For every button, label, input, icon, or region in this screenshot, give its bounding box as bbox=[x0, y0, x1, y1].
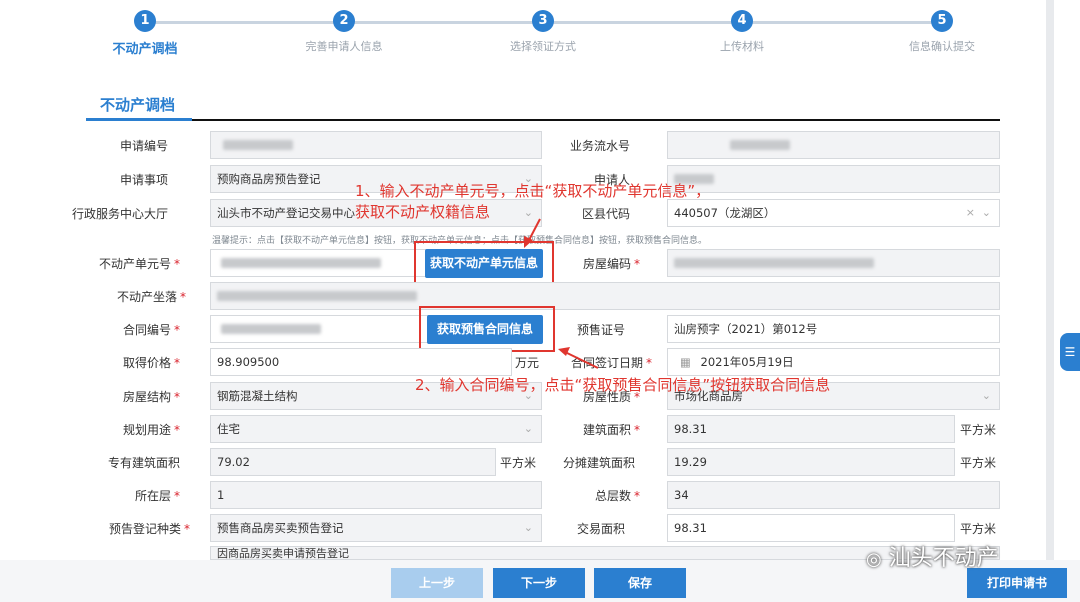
arrow-2-line bbox=[564, 351, 599, 369]
arrow-1-head bbox=[524, 236, 533, 248]
wechat-icon: ◎ bbox=[866, 549, 882, 570]
arrow-1-line bbox=[527, 218, 541, 243]
save-button[interactable]: 保存 bbox=[594, 568, 686, 598]
list-icon: ☰ bbox=[1064, 345, 1076, 359]
watermark: ◎ 汕头不动产 bbox=[866, 546, 999, 571]
next-step-button[interactable]: 下一步 bbox=[493, 568, 585, 598]
prev-step-button[interactable]: 上一步 bbox=[391, 568, 483, 598]
annotation-arrows bbox=[524, 218, 599, 369]
print-application-button[interactable]: 打印申请书 bbox=[967, 568, 1067, 598]
side-menu-tab[interactable]: ☰ bbox=[1060, 333, 1080, 371]
vertical-scrollbar[interactable] bbox=[1046, 0, 1054, 560]
